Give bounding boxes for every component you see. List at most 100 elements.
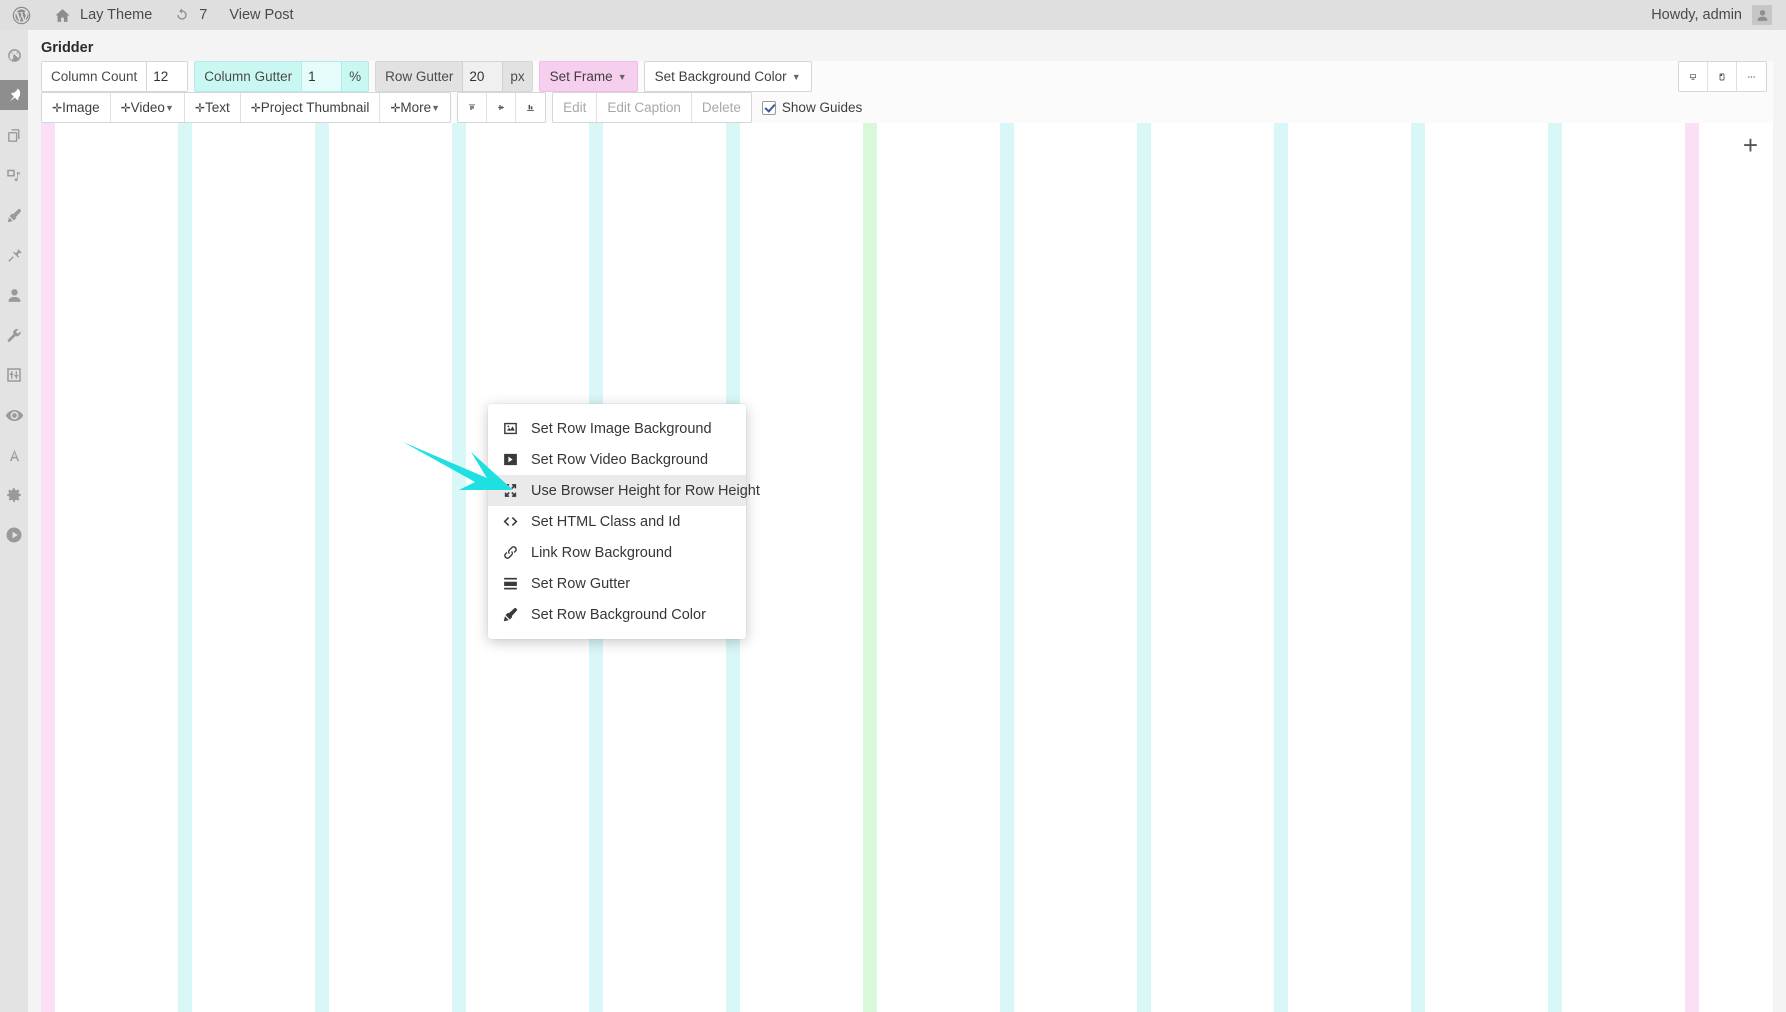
column-gutter-unit: % [342, 62, 369, 91]
context-menu-item[interactable]: Set Row Gutter [488, 568, 746, 599]
sidebar-item-player[interactable] [0, 520, 28, 550]
add-more-button[interactable]: ✛ More ▼ [380, 93, 451, 122]
expand-icon [502, 482, 519, 499]
add-image-button[interactable]: ✛ Image [42, 93, 111, 122]
sidebar-item-typography[interactable] [0, 440, 28, 470]
add-more-label: More [400, 100, 432, 115]
sidebar-item-tools[interactable] [0, 320, 28, 350]
align-bottom-button[interactable] [516, 93, 546, 122]
revisions-menu[interactable]: 7 [163, 0, 218, 30]
row-gutter-label: Row Gutter [376, 62, 463, 91]
account-menu[interactable]: Howdy, admin [1651, 5, 1786, 25]
pages-icon [7, 128, 19, 142]
site-name-menu[interactable]: Lay Theme [43, 0, 163, 30]
row-gutter-icon [502, 575, 519, 592]
sidebar-item-pages[interactable] [0, 120, 28, 150]
sidebar-item-preview[interactable] [0, 400, 28, 430]
wordpress-logo-icon [12, 6, 31, 24]
context-menu-item[interactable]: Set HTML Class and Id [488, 506, 746, 537]
gridder-toolbar-bottom: ✛ Image ✛ Video ▼ ✛ Text ✛ Project Thumb… [41, 92, 1773, 123]
show-guides-checkbox[interactable] [761, 100, 776, 115]
howdy-label: Howdy, admin [1651, 7, 1742, 23]
add-row-button[interactable]: + [1728, 123, 1773, 168]
desktop-view-button[interactable] [1679, 62, 1708, 91]
eye-icon [5, 409, 23, 421]
element-actions-segment: Edit Edit Caption Delete [552, 92, 752, 123]
context-menu-item[interactable]: Use Browser Height for Row Height [488, 475, 760, 506]
viewport-segment [1678, 61, 1767, 92]
show-guides-label: Show Guides [781, 100, 863, 115]
align-middle-button[interactable] [487, 93, 517, 122]
context-menu-item-label: Use Browser Height for Row Height [531, 482, 760, 499]
column-gutter-input[interactable] [301, 62, 343, 91]
video-icon [502, 451, 519, 468]
plus-icon: ✛ [250, 100, 261, 115]
align-middle-icon [498, 105, 505, 110]
site-title: Lay Theme [80, 7, 153, 23]
pin-icon [9, 88, 23, 102]
link-icon [502, 544, 519, 561]
add-video-button[interactable]: ✛ Video ▼ [110, 93, 185, 122]
plus-icon: ✛ [390, 100, 401, 115]
wrench-icon [7, 328, 21, 342]
more-options-button[interactable] [1737, 62, 1766, 91]
sidebar-item-plugins[interactable] [0, 240, 28, 270]
mobile-icon [1719, 73, 1725, 80]
row-gutter-group: Row Gutter px [375, 61, 533, 92]
sidebar-item-posts[interactable] [0, 80, 28, 110]
column-gutter-label: Column Gutter [195, 62, 302, 91]
admin-sidebar-rail [0, 30, 28, 1012]
panel-title: Gridder [41, 40, 94, 56]
grid-guide-column [1548, 123, 1562, 1012]
letter-a-icon [9, 449, 19, 461]
paintbrush-icon [7, 208, 21, 222]
grid-guide-column [1274, 123, 1288, 1012]
sidebar-item-settings[interactable] [0, 360, 28, 390]
context-menu-item-label: Link Row Background [531, 544, 673, 561]
edit-button[interactable]: Edit [553, 93, 598, 122]
revisions-icon [177, 8, 187, 20]
sidebar-item-media[interactable] [0, 160, 28, 190]
context-menu-item[interactable]: Set Row Video Background [488, 444, 746, 475]
row-context-menu: Set Row Image Background Set Row Video Ba… [488, 404, 760, 639]
sidebar-item-appearance[interactable] [0, 200, 28, 230]
gear-icon [7, 488, 21, 502]
align-top-button[interactable] [458, 93, 488, 122]
wp-logo-menu[interactable] [0, 0, 43, 30]
grid-guide-column [1685, 123, 1699, 1012]
context-menu-item[interactable]: Set Row Background Color [488, 599, 746, 630]
add-project-thumbnail-label: Project Thumbnail [260, 100, 370, 115]
context-menu-item[interactable]: Link Row Background [488, 537, 746, 568]
sidebar-item-dashboard[interactable] [0, 40, 28, 70]
user-icon [8, 288, 20, 302]
set-background-color-button[interactable]: Set Background Color ▼ [643, 61, 812, 92]
revisions-count: 7 [199, 7, 208, 23]
code-icon [502, 513, 519, 530]
edit-caption-button[interactable]: Edit Caption [597, 93, 692, 122]
add-element-segment: ✛ Image ✛ Video ▼ ✛ Text ✛ Project Thumb… [41, 92, 452, 123]
row-gutter-input[interactable] [462, 62, 504, 91]
show-guides-toggle[interactable]: Show Guides [758, 92, 866, 123]
sliders-icon [7, 368, 21, 382]
mobile-view-button[interactable] [1708, 62, 1737, 91]
align-bottom-icon [527, 104, 534, 111]
column-count-input[interactable] [146, 62, 188, 91]
set-frame-button[interactable]: Set Frame ▼ [538, 61, 638, 92]
context-menu-item-label: Set Row Video Background [531, 451, 709, 468]
view-post-link[interactable]: View Post [218, 0, 304, 30]
play-circle-icon [6, 527, 22, 543]
sidebar-item-options[interactable] [0, 480, 28, 510]
delete-button[interactable]: Delete [691, 93, 751, 122]
context-menu-item-label: Set Row Gutter [531, 575, 631, 592]
add-text-button[interactable]: ✛ Text [184, 93, 241, 122]
sidebar-item-users[interactable] [0, 280, 28, 310]
plus-icon: ✛ [52, 100, 63, 115]
grid-guide-column [1000, 123, 1014, 1012]
add-project-thumbnail-button[interactable]: ✛ Project Thumbnail [240, 93, 381, 122]
plus-icon: ✛ [120, 100, 131, 115]
add-image-label: Image [62, 100, 100, 115]
context-menu-item[interactable]: Set Row Image Background [488, 413, 746, 444]
chevron-down-icon: ▼ [431, 102, 441, 113]
gridder-canvas[interactable]: + Set Row Image Background Set Row Video … [41, 123, 1773, 1012]
chevron-down-icon: ▼ [164, 102, 174, 113]
